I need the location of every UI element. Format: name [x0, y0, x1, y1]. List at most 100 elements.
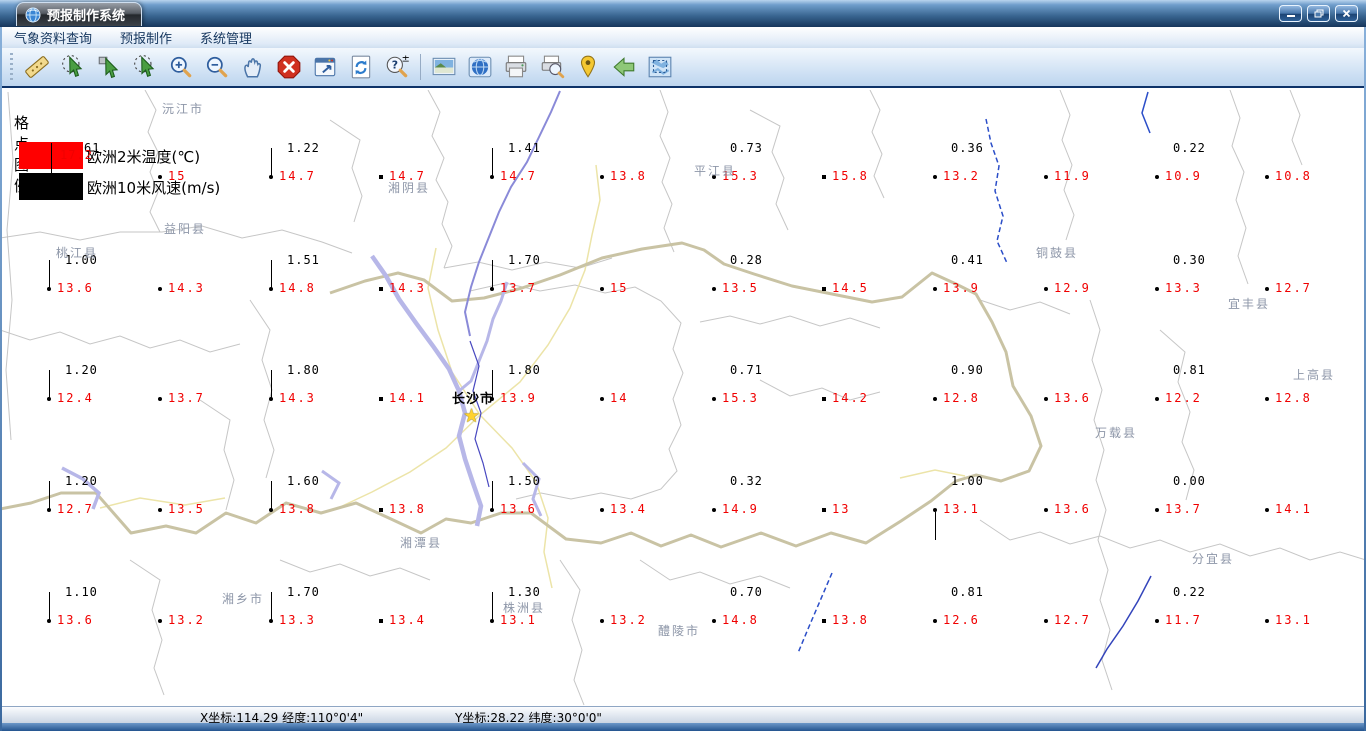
identify-icon: ? ±	[386, 54, 410, 78]
wind-speed-value: 0.36	[951, 141, 984, 155]
bottom-strip	[0, 723, 1366, 731]
svg-text:?: ?	[392, 59, 398, 72]
grid-point-dot	[933, 619, 937, 623]
wind-barb	[271, 592, 272, 620]
temperature-value: 11.9	[1054, 169, 1091, 183]
pan-button[interactable]	[236, 50, 270, 84]
grid-point-dot	[933, 508, 937, 512]
grid-point-dot	[600, 508, 604, 512]
zoom-in-button[interactable]	[164, 50, 198, 84]
map-canvas[interactable]: 格点图例 欧洲2米温度(℃) 欧洲10米风速(m/s) 1514.71.2214…	[0, 90, 1366, 706]
hand-icon	[244, 58, 262, 78]
temperature-value: 15	[168, 169, 187, 183]
refresh-button[interactable]	[344, 50, 378, 84]
wind-speed-value: 0.32	[730, 474, 763, 488]
temperature-value: 14.3	[279, 391, 316, 405]
svg-text:±: ±	[402, 54, 410, 65]
select-cursor-icon	[62, 55, 83, 78]
wind-speed-value: 0.22	[1173, 141, 1206, 155]
temperature-value: 14.8	[279, 281, 316, 295]
grid-point-dot	[1044, 175, 1048, 179]
stop-button[interactable]	[272, 50, 306, 84]
select-box-cursor-icon	[98, 56, 119, 79]
close-button[interactable]	[1335, 5, 1358, 22]
temperature-value: 13.8	[389, 502, 426, 516]
rivers	[61, 90, 1152, 669]
overview-map-button[interactable]	[643, 50, 677, 84]
temperature-value: 13.6	[500, 502, 537, 516]
select-box-button[interactable]	[92, 50, 126, 84]
print-button[interactable]	[499, 50, 533, 84]
grid-point-dot	[269, 287, 273, 291]
temperature-value: 15.3	[722, 391, 759, 405]
grid-point-dot	[379, 508, 383, 512]
temperature-value: 14.7	[500, 169, 537, 183]
window-controls	[1279, 5, 1358, 22]
temperature-value: 12.9	[1054, 281, 1091, 295]
wind-barb	[49, 592, 50, 620]
city-label: 分宜县	[1192, 552, 1235, 566]
select-feature-button[interactable]	[56, 50, 90, 84]
globe-button[interactable]	[463, 50, 497, 84]
wind-barb	[49, 370, 50, 398]
grid-point-dot	[490, 175, 494, 179]
occluded-point-fragment: 17.2	[60, 148, 93, 162]
temperature-value: 13.6	[57, 613, 94, 627]
grid-point-dot	[600, 397, 604, 401]
refresh-icon	[351, 55, 371, 79]
wind-speed-value: 1.50	[508, 474, 541, 488]
wind-barb	[271, 148, 272, 176]
wind-speed-value: 1.51	[287, 253, 320, 267]
temperature-value: 13.7	[1165, 502, 1202, 516]
temperature-value: 13.8	[610, 169, 647, 183]
back-arrow-icon	[613, 57, 635, 77]
minimize-button[interactable]	[1279, 5, 1302, 22]
stop-icon	[277, 55, 301, 79]
zoom-out-button[interactable]	[200, 50, 234, 84]
temperature-value: 13.6	[57, 281, 94, 295]
left-window-border	[0, 27, 2, 731]
select-circle-button[interactable]	[128, 50, 162, 84]
menu-forecast-production[interactable]: 预报制作	[106, 28, 186, 47]
insert-image-button[interactable]	[427, 50, 461, 84]
measure-ruler-button[interactable]	[20, 50, 54, 84]
menu-bar: 气象资料查询 预报制作 系统管理	[0, 27, 1366, 49]
wind-speed-value: 1.70	[287, 585, 320, 599]
temperature-value: 13	[832, 502, 851, 516]
toolbar-grip[interactable]	[10, 53, 13, 81]
grid-point-dot	[269, 508, 273, 512]
wind-barb	[935, 512, 936, 540]
identify-button[interactable]: ? ±	[380, 50, 414, 84]
select-circle-cursor-icon	[134, 55, 155, 78]
wind-speed-value: 0.22	[1173, 585, 1206, 599]
print-preview-button[interactable]	[535, 50, 569, 84]
grid-point-dot	[1265, 397, 1269, 401]
grid-point-dot	[158, 287, 162, 291]
capital-star-icon: ★	[463, 405, 481, 427]
grid-point-dot	[1265, 287, 1269, 291]
temperature-value: 12.7	[1275, 281, 1312, 295]
menu-system-management[interactable]: 系统管理	[186, 28, 266, 47]
city-label: 铜鼓县	[1036, 246, 1079, 260]
title-bar: 预报制作系统	[0, 0, 1366, 27]
temperature-value: 13.7	[168, 391, 205, 405]
grid-point-dot	[269, 619, 273, 623]
temperature-value: 12.8	[943, 391, 980, 405]
temperature-value: 12.4	[57, 391, 94, 405]
legend-wind-swatch	[19, 173, 83, 200]
wind-speed-value: 0.90	[951, 363, 984, 377]
grid-point-dot	[158, 619, 162, 623]
grid-point-dot	[712, 508, 716, 512]
wind-speed-value: 0.73	[730, 141, 763, 155]
grid-point-dot	[600, 287, 604, 291]
new-window-button[interactable]	[308, 50, 342, 84]
restore-button[interactable]	[1307, 5, 1330, 22]
grid-point-dot	[600, 619, 604, 623]
back-button[interactable]	[607, 50, 641, 84]
menu-weather-data-query[interactable]: 气象资料查询	[0, 28, 106, 47]
grid-point-dot	[933, 175, 937, 179]
locate-marker-button[interactable]	[571, 50, 605, 84]
window-title: 预报制作系统	[47, 9, 126, 24]
grid-point-dot	[158, 508, 162, 512]
wind-speed-value: 1.10	[65, 585, 98, 599]
